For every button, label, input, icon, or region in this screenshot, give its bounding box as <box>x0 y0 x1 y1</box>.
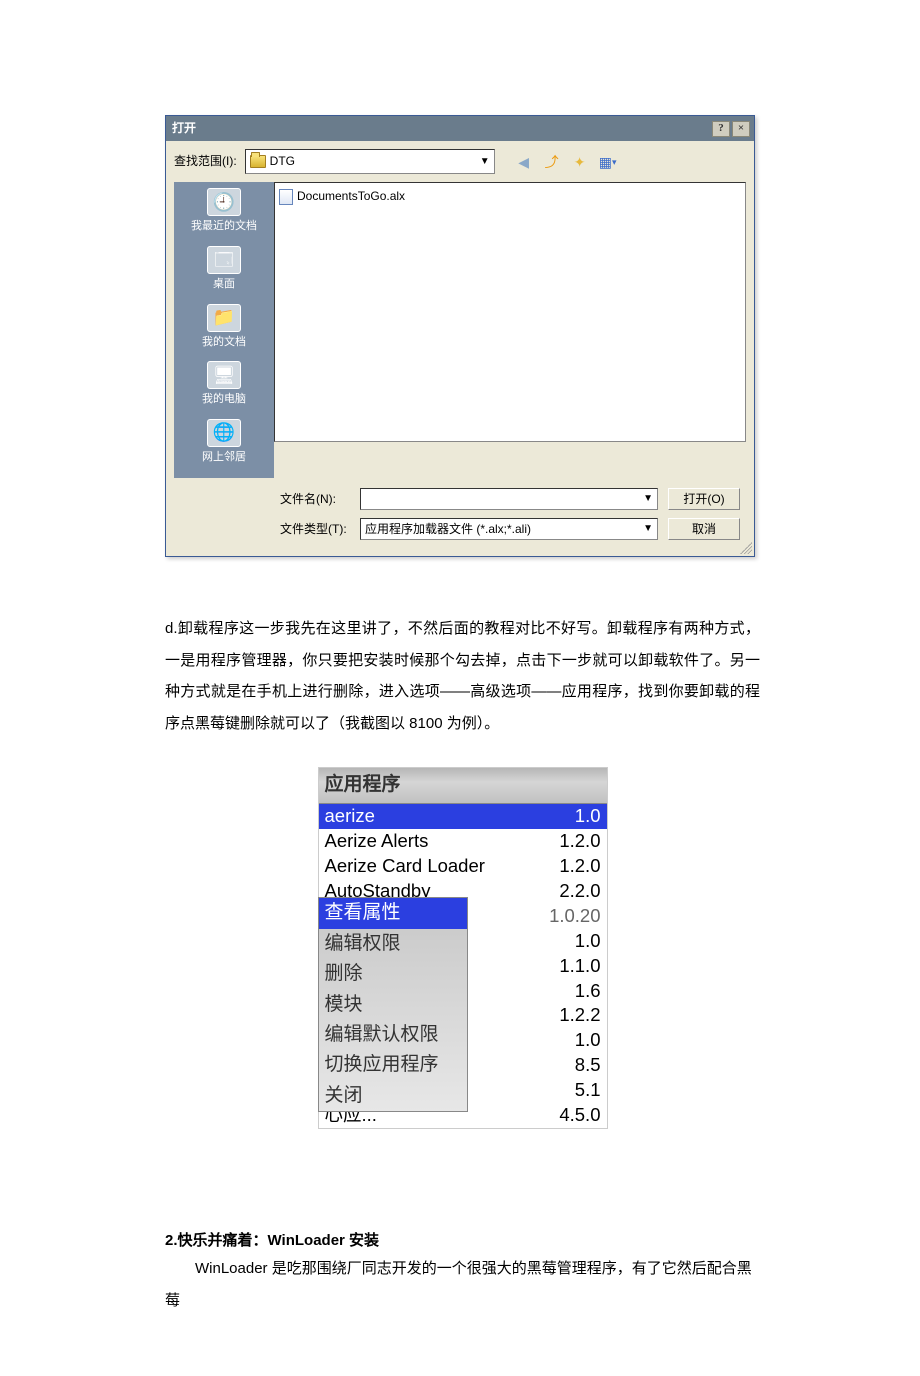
bb-app-version: 1.0 <box>575 929 601 954</box>
cancel-button[interactable]: 取消 <box>668 518 740 540</box>
filename-input[interactable]: ▼ <box>360 488 658 510</box>
bb-app-version: 1.2.0 <box>559 829 600 854</box>
open-dialog: 打开 ? × 查找范围(I): DTG ▼ ◀ ⤴ ✦ ▦▾ 🕘 <box>165 115 755 557</box>
bb-app-version: 1.1.0 <box>559 954 600 979</box>
chevron-down-icon[interactable]: ▼ <box>643 521 653 537</box>
look-in-label: 查找范围(I): <box>174 152 237 171</box>
chevron-down-icon: ▼ <box>480 154 490 170</box>
bb-app-version: 4.5.0 <box>559 1103 600 1128</box>
bb-app-name: aerize <box>325 804 375 829</box>
desktop-icon: 🗔 <box>207 246 241 274</box>
bb-app-version: 1.0 <box>575 1028 601 1053</box>
chevron-down-icon[interactable]: ▼ <box>643 491 653 507</box>
file-list[interactable]: DocumentsToGo.alx <box>274 182 746 442</box>
bb-app-version: 5.1 <box>575 1078 601 1103</box>
place-computer[interactable]: 🖥 我的电脑 <box>202 361 246 409</box>
bb-app-version: 1.6 <box>575 979 601 1004</box>
bb-menu-item[interactable]: 编辑默认权限 <box>319 1020 467 1050</box>
bb-context-menu[interactable]: 查看属性编辑权限删除模块编辑默认权限切换应用程序关闭 <box>318 897 468 1112</box>
open-button[interactable]: 打开(O) <box>668 488 740 510</box>
help-button[interactable]: ? <box>712 121 730 137</box>
back-icon[interactable]: ◀ <box>513 151 535 173</box>
dialog-toolbar: ◀ ⤴ ✦ ▦▾ <box>513 151 619 173</box>
close-button[interactable]: × <box>732 121 750 137</box>
bb-app-version: 8.5 <box>575 1053 601 1078</box>
bb-screenshot: 应用程序 aerize1.0Aerize Alerts1.2.0Aerize C… <box>318 767 608 1129</box>
place-desktop[interactable]: 🗔 桌面 <box>207 246 241 294</box>
documents-icon: 📁 <box>207 304 241 332</box>
up-icon[interactable]: ⤴ <box>541 151 563 173</box>
look-in-dropdown[interactable]: DTG ▼ <box>245 149 495 174</box>
bb-menu-item[interactable]: 查看属性 <box>319 898 467 928</box>
bb-app-row[interactable]: Aerize Card Loader 1.2.0 <box>319 854 607 879</box>
file-item[interactable]: DocumentsToGo.alx <box>279 187 741 206</box>
paragraph-d: d.卸载程序这一步我先在这里讲了，不然后面的教程对比不好写。卸载程序有两种方式，… <box>165 613 760 739</box>
bb-app-row[interactable]: aerize 1.0 <box>319 804 607 829</box>
bb-app-version: 1.0.20 <box>549 904 600 929</box>
title-buttons: ? × <box>712 121 750 137</box>
network-icon: 🌐 <box>207 419 241 447</box>
recent-icon: 🕘 <box>207 188 241 216</box>
place-documents[interactable]: 📁 我的文档 <box>202 304 246 352</box>
place-network[interactable]: 🌐 网上邻居 <box>202 419 246 467</box>
place-recent[interactable]: 🕘 我最近的文档 <box>191 188 257 236</box>
dialog-title: 打开 <box>172 119 196 138</box>
bb-app-version: 1.2.2 <box>559 1003 600 1028</box>
views-icon[interactable]: ▦▾ <box>597 151 619 173</box>
computer-icon: 🖥 <box>207 361 241 389</box>
bb-app-row[interactable]: Aerize Alerts 1.2.0 <box>319 829 607 854</box>
look-in-value: DTG <box>270 152 295 171</box>
dialog-titlebar[interactable]: 打开 ? × <box>166 116 754 141</box>
bb-header: 应用程序 <box>319 768 607 803</box>
section-2-para: WinLoader 是吃那围绕厂同志开发的一个很强大的黑莓管理程序，有了它然后配… <box>165 1253 760 1316</box>
resize-handle[interactable] <box>740 542 752 554</box>
bb-menu-item[interactable]: 模块 <box>319 990 467 1020</box>
folder-icon <box>250 155 266 168</box>
bb-app-version: 2.2.0 <box>559 879 600 904</box>
bb-menu-item[interactable]: 切换应用程序 <box>319 1050 467 1080</box>
bb-app-version: 1.0 <box>575 804 601 829</box>
filetype-dropdown[interactable]: 应用程序加载器文件 (*.alx;*.ali) ▼ <box>360 518 658 540</box>
file-icon <box>279 189 293 205</box>
bb-menu-item[interactable]: 编辑权限 <box>319 929 467 959</box>
places-bar: 🕘 我最近的文档 🗔 桌面 📁 我的文档 🖥 我的电脑 🌐 网上邻 <box>174 182 274 478</box>
filename-label: 文件名(N): <box>280 490 350 509</box>
bb-app-name: Aerize Card Loader <box>325 854 485 879</box>
bb-app-version: 1.2.0 <box>559 854 600 879</box>
bb-menu-item[interactable]: 关闭 <box>319 1081 467 1111</box>
filetype-label: 文件类型(T): <box>280 520 350 539</box>
section-2-title: 2.快乐并痛着：WinLoader 安装 <box>165 1229 760 1253</box>
file-name: DocumentsToGo.alx <box>297 187 405 206</box>
bb-menu-item[interactable]: 删除 <box>319 959 467 989</box>
bb-app-name: Aerize Alerts <box>325 829 429 854</box>
new-folder-icon[interactable]: ✦ <box>569 151 591 173</box>
